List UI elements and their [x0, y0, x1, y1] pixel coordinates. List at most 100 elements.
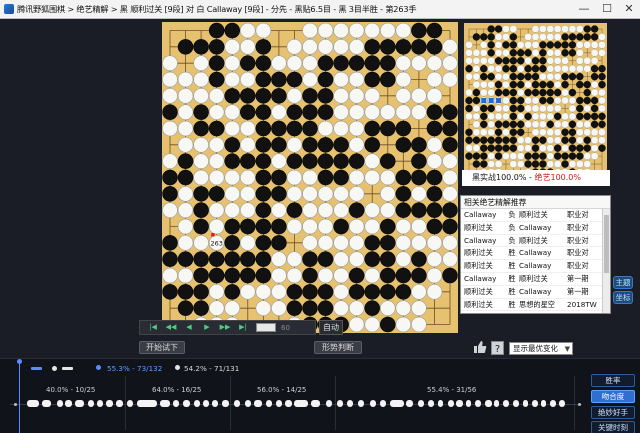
coordinates-button[interactable]: 坐标: [613, 291, 633, 304]
black-stone: [271, 218, 287, 235]
fast-back-button[interactable]: ◀◀: [162, 322, 180, 333]
recommend-row[interactable]: 顺利过关 胜 Callaway 职业对: [461, 247, 610, 261]
match-rate-button[interactable]: 吻合度: [591, 390, 635, 403]
white-stone: [509, 25, 518, 33]
recommend-row[interactable]: 顺利过关 胜 Callaway 第一期: [461, 286, 610, 299]
white-stone: [502, 49, 510, 57]
top-moves-button[interactable]: 绝妙好手: [591, 406, 635, 419]
white-stone: [317, 39, 334, 55]
white-stone: [395, 235, 412, 251]
forward-button[interactable]: ▶: [198, 322, 216, 333]
match-mark: [456, 400, 463, 407]
black-stone: [502, 136, 510, 144]
recommend-row[interactable]: 顺利过关 胜 Callaway 职业对: [461, 260, 610, 273]
black-stone: [539, 57, 547, 65]
recommend-row[interactable]: Callaway 胜顺利过关 第一期: [461, 273, 610, 286]
black-stone: [487, 144, 495, 152]
black-stone: [465, 104, 473, 113]
white-stone: [364, 153, 380, 169]
black-stone: [333, 153, 349, 169]
white-stone: [524, 144, 532, 152]
auto-play-button[interactable]: 自动: [319, 320, 343, 335]
white-stone: [524, 96, 532, 105]
recommend-row[interactable]: Callaway 负顺利过关 职业对: [461, 235, 610, 248]
move-cursor-handle[interactable]: [17, 359, 22, 364]
white-stone: [395, 22, 412, 39]
close-button[interactable]: ✕: [618, 0, 640, 19]
white-stone: [224, 120, 240, 137]
recommend-scrollbar[interactable]: [602, 209, 610, 313]
best-variation-select[interactable]: 显示最优变化 ▼: [509, 342, 573, 355]
black-stone: [524, 152, 532, 160]
white-stone: [598, 88, 606, 97]
minimize-button[interactable]: —: [573, 0, 595, 19]
white-stone: [546, 49, 554, 57]
black-stone: [531, 160, 540, 168]
last-move-button[interactable]: ▶|: [234, 322, 252, 333]
back-button[interactable]: ◀: [180, 322, 198, 333]
white-stone: [193, 169, 209, 186]
fast-forward-button[interactable]: ▶▶: [216, 322, 234, 333]
white-stone: [271, 202, 287, 218]
black-stone: [568, 120, 577, 129]
black-stone: [240, 104, 256, 120]
white-stone: [442, 235, 458, 251]
white-stone: [546, 144, 554, 152]
white-stone: [333, 104, 349, 120]
winrate-button[interactable]: 胜率: [591, 374, 635, 387]
black-stone: [517, 80, 525, 89]
segment-divider: [335, 376, 336, 430]
thumbs-up-icon[interactable]: [473, 340, 487, 354]
theme-button[interactable]: 主题: [613, 276, 633, 289]
black-stone: [546, 120, 554, 129]
recommend-cell: 顺利过关: [464, 248, 493, 258]
black-stone: [524, 160, 532, 168]
white-stone: [553, 33, 562, 41]
maximize-button[interactable]: ☐: [596, 0, 618, 19]
recommend-row[interactable]: 顺利过关 胜思想的星空 2018TW: [461, 299, 610, 312]
black-stone: [553, 152, 562, 160]
match-mark: [494, 400, 499, 407]
black-stone: [208, 120, 225, 137]
black-stone: [517, 120, 525, 129]
black-stone: [472, 88, 481, 97]
white-stone: [162, 202, 178, 218]
trial-play-button[interactable]: 开始试下: [139, 341, 185, 354]
black-stone: [502, 57, 510, 65]
white-stone: [162, 71, 178, 88]
move-input[interactable]: [256, 323, 276, 332]
help-icon[interactable]: ?: [491, 341, 504, 355]
black-stone: [193, 267, 209, 284]
white-stone: [442, 186, 458, 202]
white-stone: [494, 41, 503, 49]
black-stone: [255, 55, 272, 71]
black-stone: [286, 300, 303, 316]
black-stone: [162, 169, 178, 186]
match-mark: [234, 400, 240, 407]
black-stone: [465, 65, 473, 73]
scrollbar-thumb[interactable]: [604, 215, 609, 273]
white-stone: [539, 128, 547, 136]
critical-moments-button[interactable]: 关键时刻: [591, 421, 635, 433]
white-stone: [487, 88, 495, 97]
white-stone: [576, 160, 584, 168]
go-board[interactable]: 263: [162, 22, 458, 333]
black-stone: [224, 137, 240, 153]
white-stone: [177, 202, 194, 218]
recommend-row[interactable]: Callaway 负顺利过关 职业对: [461, 209, 610, 222]
recommend-row[interactable]: 顺利过关 负 Callaway 职业对: [461, 222, 610, 235]
white-stone: [364, 88, 380, 104]
recommend-cell: 胜: [508, 261, 516, 271]
white-stone: [494, 65, 503, 73]
first-move-button[interactable]: |◀: [144, 322, 162, 333]
match-mark: [222, 400, 229, 407]
white-stone: [583, 104, 591, 113]
mini-board: [464, 23, 607, 178]
white-stone: [517, 41, 525, 49]
move-cursor-line[interactable]: [19, 362, 20, 433]
black-stone: [568, 49, 577, 57]
white-stone: [590, 80, 599, 89]
black-stone: [395, 202, 412, 218]
position-judge-button[interactable]: 形势判断: [314, 341, 362, 354]
black-stone: [583, 80, 591, 89]
